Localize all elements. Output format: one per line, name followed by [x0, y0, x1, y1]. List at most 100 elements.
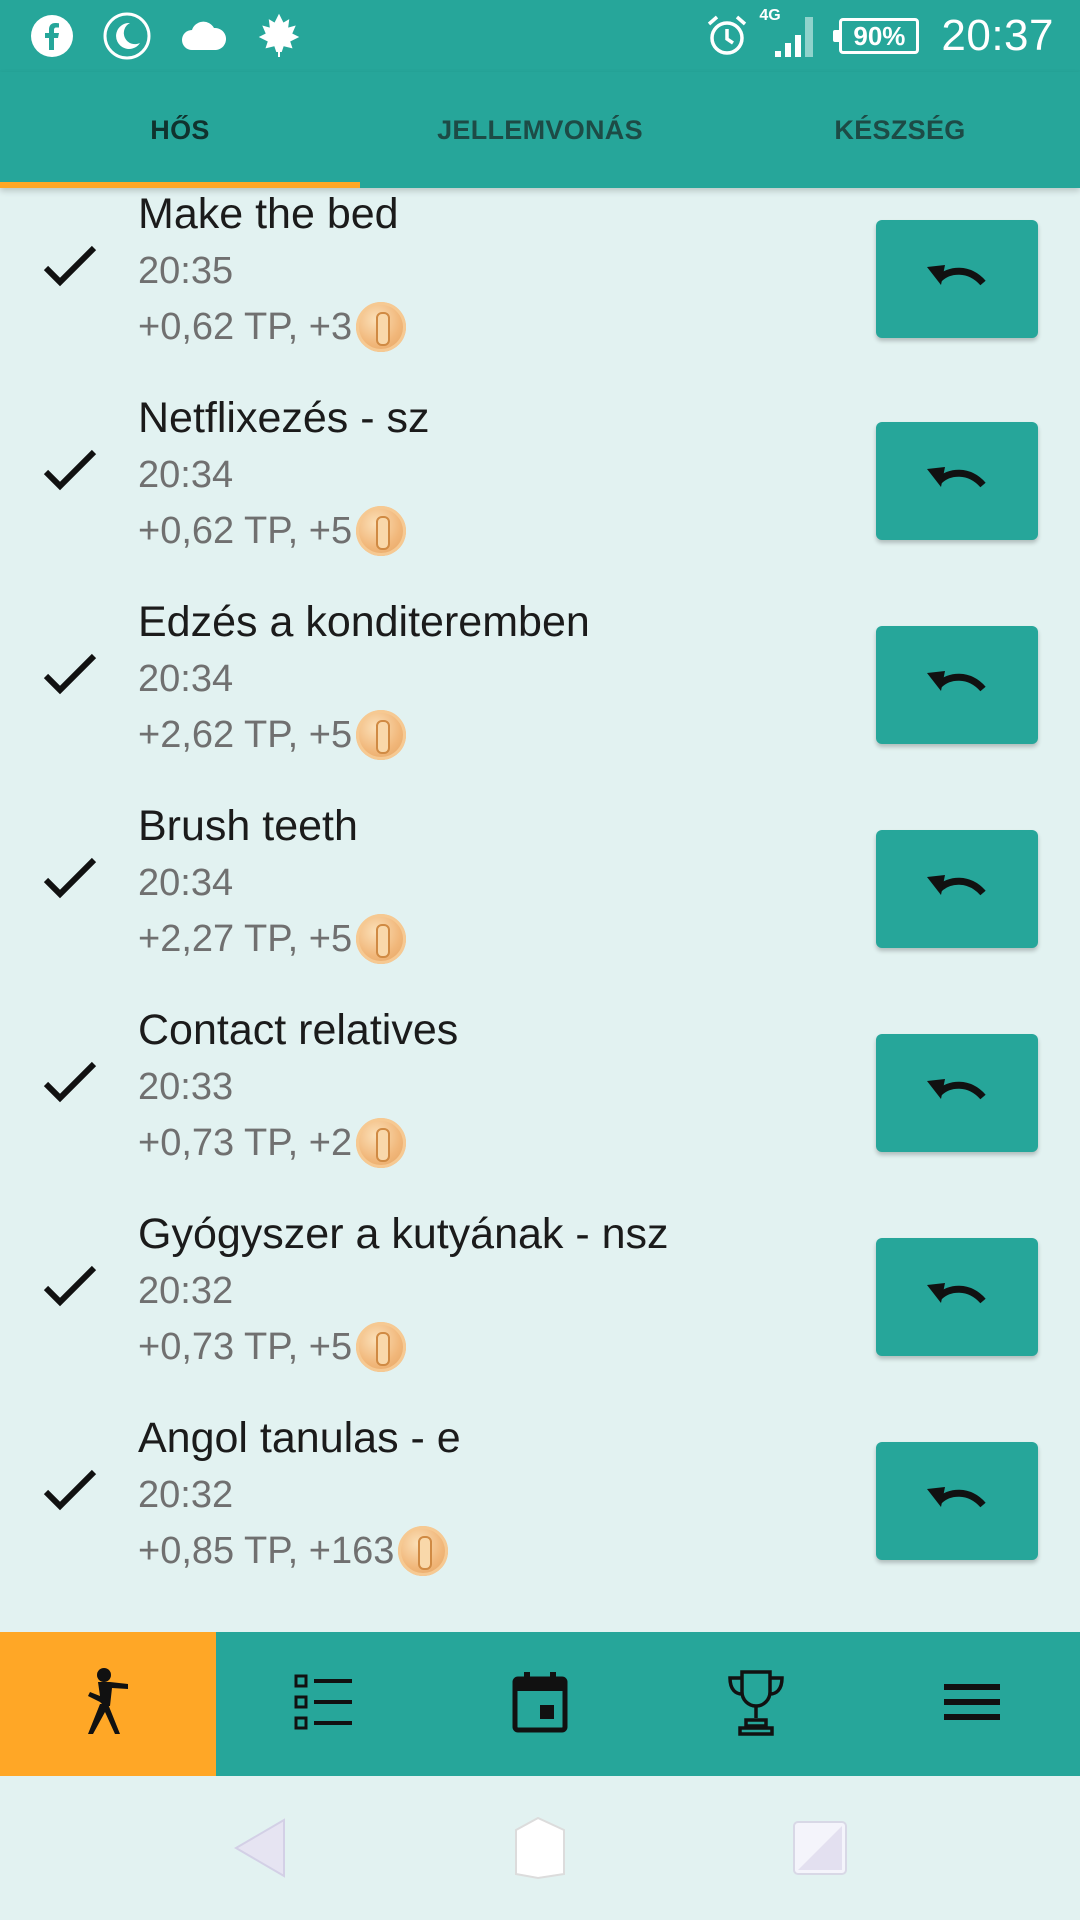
completed-task-list: Make the bed 20:35 +0,62 TP, +3 Netflixe… [0, 188, 1080, 1604]
reward-text: +0,73 TP, +5 [138, 1326, 353, 1368]
facebook-icon [30, 14, 74, 58]
task-reward: +0,62 TP, +5 [138, 506, 430, 556]
checkmark-icon [40, 1258, 100, 1318]
hero-icon [78, 1666, 138, 1743]
checkmark-icon [40, 646, 100, 706]
task-reward: +2,27 TP, +5 [138, 914, 407, 964]
list-item: Make the bed 20:35 +0,62 TP, +3 [0, 188, 1080, 380]
list-item-text: Make the bed 20:35 +0,62 TP, +3 [138, 188, 407, 352]
status-left [30, 11, 330, 61]
status-clock: 20:37 [941, 11, 1054, 60]
task-time: 20:34 [138, 862, 234, 904]
task-title: Netflixezés - sz [138, 394, 430, 442]
undo-icon [925, 1071, 989, 1116]
calendar-icon [512, 1671, 568, 1738]
task-title: Contact relatives [138, 1006, 459, 1054]
back-button[interactable] [220, 1808, 300, 1888]
status-bar: 4G 90% 20:37 [0, 0, 1080, 72]
list-item: Angol tanulas - e 20:32 +0,85 TP, +163 [0, 1400, 1080, 1604]
list-item-text: Netflixezés - sz 20:34 +0,62 TP, +5 [138, 392, 430, 556]
task-time: 20:33 [138, 1066, 234, 1108]
menu-icon [944, 1682, 1000, 1727]
undo-button[interactable] [876, 220, 1038, 338]
undo-icon [925, 257, 989, 302]
coin-icon [398, 1526, 449, 1576]
list-item: Brush teeth 20:34 +2,27 TP, +5 [0, 788, 1080, 992]
system-nav-bar [0, 1776, 1080, 1920]
task-title: Edzés a konditeremben [138, 598, 590, 646]
coin-icon [356, 710, 407, 760]
nav-tasks[interactable] [216, 1632, 432, 1776]
coin-icon [356, 1322, 407, 1372]
home-button[interactable] [500, 1808, 580, 1888]
undo-button[interactable] [876, 422, 1038, 540]
task-reward: +0,85 TP, +163 [138, 1526, 461, 1576]
task-title: Brush teeth [138, 802, 358, 850]
task-reward: +0,73 TP, +5 [138, 1322, 669, 1372]
task-reward: +0,73 TP, +2 [138, 1118, 458, 1168]
undo-icon [925, 1275, 989, 1320]
list-item-text: Edzés a konditeremben 20:34 +2,62 TP, +5 [138, 596, 590, 760]
undo-icon [925, 663, 989, 708]
trophy-icon [726, 1668, 786, 1741]
maple-leaf-icon [256, 13, 302, 59]
undo-icon [925, 1479, 989, 1524]
undo-icon [925, 459, 989, 504]
undo-button[interactable] [876, 1034, 1038, 1152]
bottom-nav [0, 1632, 1080, 1776]
nav-menu[interactable] [864, 1632, 1080, 1776]
reward-text: +0,62 TP, +3 [138, 306, 353, 348]
moon-icon [102, 11, 152, 61]
battery-indicator: 90% [833, 18, 920, 54]
nav-calendar[interactable] [432, 1632, 648, 1776]
network-label: 4G [759, 7, 781, 24]
coin-icon [356, 1118, 407, 1168]
task-title: Gyógyszer a kutyának - nsz [138, 1210, 669, 1258]
tab-traits[interactable]: JELLEMVONÁS [360, 72, 720, 188]
coin-icon [356, 914, 407, 964]
nav-achievements[interactable] [648, 1632, 864, 1776]
list-item-text: Angol tanulas - e 20:32 +0,85 TP, +163 [138, 1412, 461, 1576]
reward-text: +2,27 TP, +5 [138, 918, 353, 960]
reward-text: +0,73 TP, +2 [138, 1122, 353, 1164]
alarm-icon [705, 14, 749, 58]
task-time: 20:35 [138, 250, 234, 292]
list-item-text: Contact relatives 20:33 +0,73 TP, +2 [138, 1004, 458, 1168]
tab-bar: HŐS JELLEMVONÁS KÉSZSÉG [0, 72, 1080, 188]
undo-button[interactable] [876, 830, 1038, 948]
task-reward: +0,62 TP, +3 [138, 302, 407, 352]
tab-hero[interactable]: HŐS [0, 72, 360, 188]
undo-icon [925, 867, 989, 912]
status-right: 4G 90% 20:37 [683, 7, 1054, 61]
checklist-icon [294, 1674, 354, 1735]
list-item: Gyógyszer a kutyának - nsz 20:32 +0,73 T… [0, 1196, 1080, 1400]
checkmark-icon [40, 1462, 100, 1522]
list-item: Netflixezés - sz 20:34 +0,62 TP, +5 [0, 380, 1080, 584]
task-reward: +2,62 TP, +5 [138, 710, 590, 760]
task-title: Angol tanulas - e [138, 1414, 461, 1462]
undo-button[interactable] [876, 1238, 1038, 1356]
coin-icon [356, 302, 407, 352]
checkmark-icon [40, 850, 100, 910]
task-title: Make the bed [138, 190, 399, 238]
checkmark-icon [40, 1054, 100, 1114]
cloud-icon [180, 20, 228, 52]
list-item: Edzés a konditeremben 20:34 +2,62 TP, +5 [0, 584, 1080, 788]
recents-button[interactable] [780, 1808, 860, 1888]
checkmark-icon [40, 442, 100, 502]
task-time: 20:32 [138, 1474, 234, 1516]
reward-text: +2,62 TP, +5 [138, 714, 353, 756]
undo-button[interactable] [876, 626, 1038, 744]
list-item-text: Gyógyszer a kutyának - nsz 20:32 +0,73 T… [138, 1208, 669, 1372]
checkmark-icon [40, 238, 100, 298]
list-item-text: Brush teeth 20:34 +2,27 TP, +5 [138, 800, 407, 964]
undo-button[interactable] [876, 1442, 1038, 1560]
reward-text: +0,85 TP, +163 [138, 1530, 395, 1572]
signal-icon: 4G [759, 7, 817, 59]
reward-text: +0,62 TP, +5 [138, 510, 353, 552]
nav-hero[interactable] [0, 1632, 216, 1776]
task-time: 20:34 [138, 454, 234, 496]
task-time: 20:34 [138, 658, 234, 700]
tab-skills[interactable]: KÉSZSÉG [720, 72, 1080, 188]
coin-icon [356, 506, 407, 556]
